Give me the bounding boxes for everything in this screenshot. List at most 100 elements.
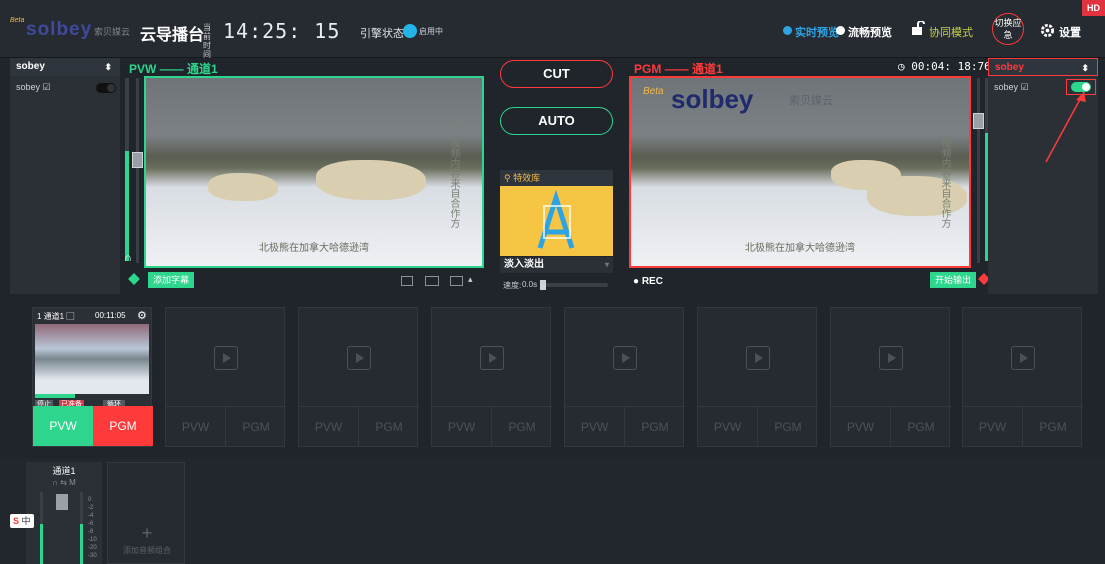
slot-pgm-button[interactable]: PGM xyxy=(891,406,951,446)
right-source-select[interactable]: sobey ⬍ xyxy=(988,58,1098,76)
play-icon[interactable] xyxy=(480,346,504,370)
realtime-preview-radio[interactable] xyxy=(783,26,792,35)
auto-button[interactable]: AUTO xyxy=(500,107,613,135)
logo: solbey xyxy=(26,19,93,40)
pgm-fader-knob[interactable] xyxy=(973,113,984,129)
channel-slot-empty[interactable]: PVW PGM xyxy=(962,307,1083,447)
slot-pgm-button[interactable]: PGM xyxy=(625,406,685,446)
layout-full-icon[interactable] xyxy=(450,276,463,286)
audio-meter-left xyxy=(40,492,43,564)
channel-slot-empty[interactable]: PVW PGM xyxy=(830,307,951,447)
pgm-monitor[interactable]: Beta solbey 索贝媒云 以上视频内容来自合作方 北极熊在加拿大哈德逊湾 xyxy=(629,76,971,268)
annotation-arrow xyxy=(1045,91,1086,163)
channel-slot-1[interactable]: 1 通道1 ▢ 00:11:05 ⚙ 停止 已准备 循环 PVW PGM xyxy=(32,307,153,447)
channel-pgm-button[interactable]: PGM xyxy=(93,406,153,446)
slot-pgm-button[interactable]: PGM xyxy=(359,406,419,446)
chevron-up-icon[interactable]: ▴ xyxy=(468,274,473,285)
emergency-switch-button[interactable]: 切换应急 xyxy=(992,13,1024,45)
audio-channel-1: 通道1 ∩ ⇆ M 0 -2 -4 -6 -8 -10 -20 -30 xyxy=(26,462,102,564)
slot-pvw-button[interactable]: PVW xyxy=(831,406,891,446)
add-caption-button[interactable]: 添加字幕 xyxy=(148,272,195,288)
time-label: 当前时间 xyxy=(203,23,211,59)
channel-slot-empty[interactable]: PVW PGM xyxy=(431,307,552,447)
add-audio-group-button[interactable]: + 添加音频组合 xyxy=(107,462,185,564)
slot-pvw-button[interactable]: PVW xyxy=(166,406,226,446)
play-icon[interactable] xyxy=(746,346,770,370)
ime-label: 中 xyxy=(21,516,31,526)
play-icon[interactable] xyxy=(1011,346,1035,370)
unlock-icon[interactable] xyxy=(911,21,925,35)
transition-select[interactable]: 淡入淡出 ▾ xyxy=(500,257,613,273)
channel-slot-empty[interactable]: PVW PGM xyxy=(564,307,685,447)
db-tick: -20 xyxy=(88,545,97,551)
channel-name: 1 通道1 ▢ xyxy=(37,312,75,321)
slot-pgm-button[interactable]: PGM xyxy=(758,406,818,446)
realtime-preview-label[interactable]: 实时预览 xyxy=(795,24,839,40)
slot-pgm-button[interactable]: PGM xyxy=(1023,406,1083,446)
play-icon[interactable] xyxy=(879,346,903,370)
left-source-toggle[interactable] xyxy=(96,83,116,93)
audio-fader-knob[interactable] xyxy=(56,494,68,510)
layout-pip-icon[interactable] xyxy=(401,276,413,286)
play-icon[interactable] xyxy=(613,346,637,370)
slot-pvw-button[interactable]: PVW xyxy=(432,406,492,446)
slot-pvw-button[interactable]: PVW xyxy=(299,406,359,446)
video-frame xyxy=(316,160,426,200)
db-tick: -4 xyxy=(88,513,94,519)
engine-status-text: 启用中 xyxy=(419,27,443,36)
gear-icon[interactable] xyxy=(1040,23,1055,38)
channel-pvw-button[interactable]: PVW xyxy=(33,406,93,446)
audio-controls[interactable]: ∩ ⇆ M xyxy=(26,478,102,487)
cube-icon xyxy=(128,273,140,285)
add-audio-group-label: 添加音频组合 xyxy=(123,546,171,555)
collab-mode-label[interactable]: 协同模式 xyxy=(929,24,973,40)
updown-icon: ⬍ xyxy=(104,62,112,72)
play-icon[interactable] xyxy=(214,346,238,370)
pgm-vertical-text: 以上视频内容来自合作方 xyxy=(939,118,950,228)
layout-split-icon[interactable] xyxy=(425,276,439,286)
pvw-fader-knob[interactable] xyxy=(132,152,143,168)
chevron-down-icon: ▾ xyxy=(604,260,609,269)
db-scale: 0 -2 -4 -6 -8 -10 -20 -30 xyxy=(88,496,97,560)
smooth-preview-label[interactable]: 流畅预览 xyxy=(848,24,892,40)
settings-label[interactable]: 设置 xyxy=(1059,24,1081,40)
slot-pvw-button[interactable]: PVW xyxy=(963,406,1023,446)
cut-button[interactable]: CUT xyxy=(500,60,613,88)
speed-slider-knob[interactable] xyxy=(540,280,546,290)
pgm-fader-track[interactable] xyxy=(977,78,980,263)
gear-icon[interactable]: ⚙ xyxy=(137,309,147,322)
slot-pgm-button[interactable]: PGM xyxy=(492,406,552,446)
db-tick: 0 xyxy=(88,497,92,503)
fx-library-label: 特效库 xyxy=(513,173,541,183)
pvw-fader-track[interactable] xyxy=(136,78,139,263)
engine-status-indicator xyxy=(403,24,417,38)
fade-effect-icon xyxy=(537,189,575,249)
channel-duration: 00:11:05 xyxy=(95,311,126,320)
transition-value: 淡入淡出 xyxy=(504,259,544,270)
video-frame xyxy=(208,173,278,201)
speed-slider[interactable] xyxy=(540,280,608,290)
speed-value: 0.0s xyxy=(522,280,538,289)
start-output-button[interactable]: 开始输出 xyxy=(930,272,977,288)
headphone-icon[interactable]: ∩ xyxy=(124,252,132,264)
pvw-label: PVW —— 通道1 xyxy=(129,62,218,76)
channel-slot-empty[interactable]: PVW PGM xyxy=(697,307,818,447)
clock: 14:25: 15 xyxy=(223,19,341,43)
slot-pvw-button[interactable]: PVW xyxy=(565,406,625,446)
rec-indicator[interactable]: ● REC xyxy=(633,276,663,287)
channel-slot-empty[interactable]: PVW PGM xyxy=(165,307,286,447)
channel-thumbnail[interactable] xyxy=(35,324,149,394)
db-tick: -2 xyxy=(88,505,94,511)
smooth-preview-radio[interactable] xyxy=(836,26,845,35)
db-tick: -10 xyxy=(88,537,97,543)
speed-label: 速度: xyxy=(503,281,522,290)
play-icon[interactable] xyxy=(347,346,371,370)
pvw-monitor[interactable]: 以上视频内容来自合作方 北极熊在加拿大哈德逊湾 xyxy=(144,76,484,268)
left-source-panel: sobey ⬍ sobey ☑ xyxy=(10,58,120,294)
slot-pvw-button[interactable]: PVW xyxy=(698,406,758,446)
engine-status-label: 引擎状态 xyxy=(360,28,404,40)
channel-slot-empty[interactable]: PVW PGM xyxy=(298,307,419,447)
slot-pgm-button[interactable]: PGM xyxy=(226,406,286,446)
fx-thumbnail[interactable] xyxy=(500,186,613,256)
left-source-select[interactable]: sobey ⬍ xyxy=(10,58,120,76)
